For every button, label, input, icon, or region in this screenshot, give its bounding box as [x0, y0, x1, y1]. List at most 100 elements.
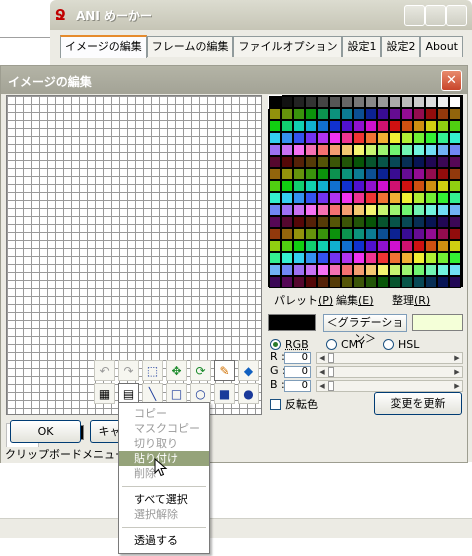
- palette-swatch[interactable]: [437, 204, 449, 216]
- slider-right-arrow-icon[interactable]: ▶: [452, 353, 462, 363]
- palette-swatch[interactable]: [425, 120, 437, 132]
- palette-swatch[interactable]: [281, 144, 293, 156]
- palette-swatch[interactable]: [413, 204, 425, 216]
- palette-swatch[interactable]: [413, 144, 425, 156]
- palette-swatch[interactable]: [413, 156, 425, 168]
- slider-left-arrow-icon[interactable]: ◀: [317, 353, 327, 363]
- palette-swatch[interactable]: [365, 144, 377, 156]
- palette-swatch[interactable]: [413, 96, 425, 108]
- palette-swatch[interactable]: [293, 96, 305, 108]
- palette-swatch[interactable]: [341, 216, 353, 228]
- palette-swatch[interactable]: [269, 264, 281, 276]
- palette-swatch[interactable]: [353, 228, 365, 240]
- palette-swatch[interactable]: [389, 276, 401, 288]
- pencil-button[interactable]: ✎: [214, 360, 235, 381]
- palette-swatch[interactable]: [365, 168, 377, 180]
- palette-swatch[interactable]: [305, 180, 317, 192]
- filled-ellipse-button[interactable]: ●: [238, 383, 259, 404]
- palette-swatch[interactable]: [293, 132, 305, 144]
- palette-swatch[interactable]: [305, 96, 317, 108]
- palette-swatch[interactable]: [353, 120, 365, 132]
- filled-rectangle-button[interactable]: ■: [214, 383, 235, 404]
- palette-swatch[interactable]: [269, 168, 281, 180]
- palette-swatch[interactable]: [293, 276, 305, 288]
- palette-swatch[interactable]: [449, 120, 461, 132]
- palette-swatch[interactable]: [365, 192, 377, 204]
- palette-swatch[interactable]: [365, 204, 377, 216]
- palette-swatch[interactable]: [401, 264, 413, 276]
- palette-swatch[interactable]: [365, 216, 377, 228]
- gradient-start-color[interactable]: [268, 314, 316, 331]
- palette-swatch[interactable]: [389, 156, 401, 168]
- palette-swatch[interactable]: [341, 168, 353, 180]
- radio-cmy[interactable]: CMY: [326, 338, 365, 351]
- palette-swatch[interactable]: [293, 180, 305, 192]
- palette-menu[interactable]: パレット(P): [274, 292, 333, 308]
- palette-swatch[interactable]: [413, 120, 425, 132]
- palette-swatch[interactable]: [317, 132, 329, 144]
- palette-swatch[interactable]: [401, 132, 413, 144]
- palette-swatch[interactable]: [329, 264, 341, 276]
- palette-swatch[interactable]: [377, 156, 389, 168]
- palette-swatch[interactable]: [449, 168, 461, 180]
- palette-swatch[interactable]: [317, 228, 329, 240]
- palette-swatch[interactable]: [329, 252, 341, 264]
- palette-swatch[interactable]: [317, 108, 329, 120]
- palette-swatch[interactable]: [353, 276, 365, 288]
- palette-swatch[interactable]: [329, 156, 341, 168]
- palette-swatch[interactable]: [329, 144, 341, 156]
- palette-swatch[interactable]: [401, 156, 413, 168]
- palette-swatch[interactable]: [293, 204, 305, 216]
- palette-swatch[interactable]: [281, 108, 293, 120]
- green-value-input[interactable]: 0: [284, 366, 311, 378]
- palette-swatch[interactable]: [341, 120, 353, 132]
- palette-swatch[interactable]: [425, 228, 437, 240]
- gradient-end-color[interactable]: [412, 314, 463, 331]
- palette-swatch[interactable]: [269, 276, 281, 288]
- palette-swatch[interactable]: [389, 252, 401, 264]
- palette-swatch[interactable]: [305, 120, 317, 132]
- palette-swatch[interactable]: [389, 240, 401, 252]
- palette-swatch[interactable]: [401, 120, 413, 132]
- palette-swatch[interactable]: [389, 228, 401, 240]
- palette-swatch[interactable]: [293, 252, 305, 264]
- red-slider[interactable]: ◀ ▶: [316, 352, 463, 364]
- main-close-button[interactable]: [446, 5, 467, 26]
- palette-swatch[interactable]: [293, 168, 305, 180]
- palette-swatch[interactable]: [329, 228, 341, 240]
- menu-item-transparent[interactable]: 透過する: [119, 533, 209, 548]
- palette-swatch[interactable]: [365, 228, 377, 240]
- palette-swatch[interactable]: [425, 96, 437, 108]
- palette-swatch[interactable]: [377, 144, 389, 156]
- palette-swatch[interactable]: [293, 144, 305, 156]
- palette-swatch[interactable]: [449, 252, 461, 264]
- tab-frame-edit[interactable]: フレームの編集: [146, 36, 234, 57]
- palette-swatch[interactable]: [353, 204, 365, 216]
- palette-swatch[interactable]: [341, 252, 353, 264]
- palette-swatch[interactable]: [341, 240, 353, 252]
- palette-swatch[interactable]: [305, 276, 317, 288]
- palette-swatch[interactable]: [329, 108, 341, 120]
- palette-swatch[interactable]: [293, 120, 305, 132]
- palette-swatch[interactable]: [377, 192, 389, 204]
- palette-swatch[interactable]: [437, 180, 449, 192]
- palette-swatch[interactable]: [401, 252, 413, 264]
- palette-swatch[interactable]: [293, 240, 305, 252]
- palette-swatch[interactable]: [317, 192, 329, 204]
- palette-swatch[interactable]: [269, 240, 281, 252]
- ellipse-button[interactable]: ○: [190, 383, 211, 404]
- palette-swatch[interactable]: [353, 108, 365, 120]
- palette-swatch[interactable]: [389, 132, 401, 144]
- slider-right-arrow-icon[interactable]: ▶: [452, 367, 462, 377]
- palette-swatch[interactable]: [401, 108, 413, 120]
- palette-swatch[interactable]: [425, 240, 437, 252]
- apply-changes-button[interactable]: 変更を更新: [374, 392, 462, 415]
- palette-swatch[interactable]: [365, 240, 377, 252]
- palette-swatch[interactable]: [317, 168, 329, 180]
- palette-swatch[interactable]: [389, 168, 401, 180]
- palette-swatch[interactable]: [269, 216, 281, 228]
- palette-swatch[interactable]: [377, 180, 389, 192]
- palette-swatch[interactable]: [317, 276, 329, 288]
- palette-swatch[interactable]: [449, 204, 461, 216]
- arrange-menu[interactable]: 整理(R): [392, 292, 430, 308]
